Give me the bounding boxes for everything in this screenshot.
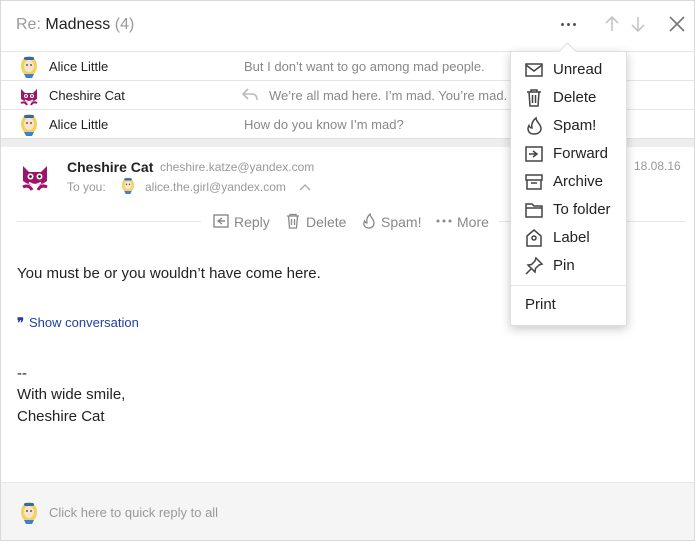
more-dots-icon[interactable] xyxy=(561,15,577,31)
delete-button[interactable]: Delete xyxy=(285,213,347,231)
quick-reply-placeholder[interactable]: Click here to quick reply to all xyxy=(49,505,218,520)
delete-label: Delete xyxy=(306,214,347,230)
spam-button[interactable]: Spam! xyxy=(361,213,423,231)
menu-item-label[interactable]: Label xyxy=(511,225,626,251)
cheshire-cat-avatar xyxy=(21,164,49,192)
flame-icon xyxy=(527,116,542,135)
menu-item-pin[interactable]: Pin xyxy=(511,253,626,279)
trash-icon xyxy=(527,89,541,107)
thread-item-snippet: But I don’t want to go among mad people. xyxy=(244,59,485,74)
menu-item-label: Forward xyxy=(553,145,609,162)
menu-item-archive[interactable]: Archive xyxy=(511,169,626,195)
alice-avatar xyxy=(122,177,134,194)
message-to-email[interactable]: alice.the.girl@yandex.com xyxy=(145,180,286,194)
message-from-email[interactable]: cheshire.katze@yandex.com xyxy=(160,160,314,174)
forward-icon xyxy=(525,146,543,162)
menu-item-forward[interactable]: Forward xyxy=(511,141,626,167)
menu-item-label: Pin xyxy=(553,257,575,274)
email-window: Re: Madness (4) Alice Little But I don’t… xyxy=(0,0,695,541)
alice-avatar xyxy=(21,502,37,524)
close-icon[interactable] xyxy=(667,14,687,34)
message-from-name[interactable]: Cheshire Cat xyxy=(67,159,153,175)
alice-avatar xyxy=(21,114,37,136)
trash-icon xyxy=(287,213,299,229)
quick-reply-bar[interactable]: Click here to quick reply to all xyxy=(1,482,694,540)
menu-item-label: Archive xyxy=(553,173,604,190)
thread-item-from: Alice Little xyxy=(49,59,109,74)
pin-icon xyxy=(525,256,544,275)
signature-line: With wide smile, xyxy=(17,386,126,403)
chevron-up-icon[interactable] xyxy=(299,183,311,191)
menu-item-label: Delete xyxy=(553,89,597,106)
message-date: 18.08.16 xyxy=(634,159,681,173)
menu-item-label: Spam! xyxy=(553,117,597,134)
folder-icon xyxy=(525,203,543,218)
thread-item-snippet: How do you know I’m mad? xyxy=(244,117,404,132)
envelope-icon xyxy=(525,63,543,77)
menu-item-print[interactable]: Print xyxy=(511,292,626,318)
divider xyxy=(17,221,201,222)
label-icon xyxy=(526,229,542,247)
cheshire-cat-avatar xyxy=(20,88,38,106)
menu-divider xyxy=(511,285,626,286)
more-dots-icon xyxy=(436,219,452,223)
archive-icon xyxy=(525,174,543,190)
signature-line: -- xyxy=(17,365,27,382)
menu-item-label: Unread xyxy=(553,61,603,78)
flame-icon xyxy=(363,213,375,229)
menu-item-label: To folder xyxy=(553,201,611,218)
show-conversation-label: Show conversation xyxy=(29,315,139,330)
message-count: (4) xyxy=(114,16,135,33)
spam-label: Spam! xyxy=(381,214,422,230)
reply-label: Reply xyxy=(234,214,270,230)
subject-text: Madness xyxy=(45,16,111,33)
message-body: You must be or you wouldn’t have come he… xyxy=(17,265,321,282)
more-label: More xyxy=(457,214,489,230)
thread-item-from: Alice Little xyxy=(49,117,109,132)
menu-item-to-folder[interactable]: To folder xyxy=(511,197,626,223)
arrow-up-icon[interactable] xyxy=(602,14,622,34)
message-to-label: To you: xyxy=(67,180,106,194)
menu-item-unread[interactable]: Unread xyxy=(511,57,626,83)
thread-item-from: Cheshire Cat xyxy=(49,88,125,103)
thread-subject: Re: Madness (4) xyxy=(16,16,134,34)
reply-icon xyxy=(213,214,229,228)
alice-avatar xyxy=(21,56,37,78)
menu-item-label: Label xyxy=(553,229,590,246)
show-conversation-link[interactable]: ❞ Show conversation xyxy=(17,315,139,331)
more-button[interactable]: More xyxy=(436,213,492,231)
menu-item-spam[interactable]: Spam! xyxy=(511,113,626,139)
thread-item-snippet: We’re all mad here. I’m mad. You’re mad. xyxy=(269,88,508,103)
menu-item-delete[interactable]: Delete xyxy=(511,85,626,111)
quote-icon: ❞ xyxy=(17,315,24,330)
thread-header: Re: Madness (4) xyxy=(1,1,694,51)
replied-icon xyxy=(242,88,258,101)
more-actions-menu: Unread Delete Spam! Forward Archive To f… xyxy=(510,42,627,326)
reply-button[interactable]: Reply xyxy=(213,213,273,231)
signature-line: Cheshire Cat xyxy=(17,408,105,425)
subject-prefix: Re: xyxy=(16,16,41,33)
menu-item-label: Print xyxy=(525,296,556,313)
arrow-down-icon[interactable] xyxy=(628,14,648,34)
